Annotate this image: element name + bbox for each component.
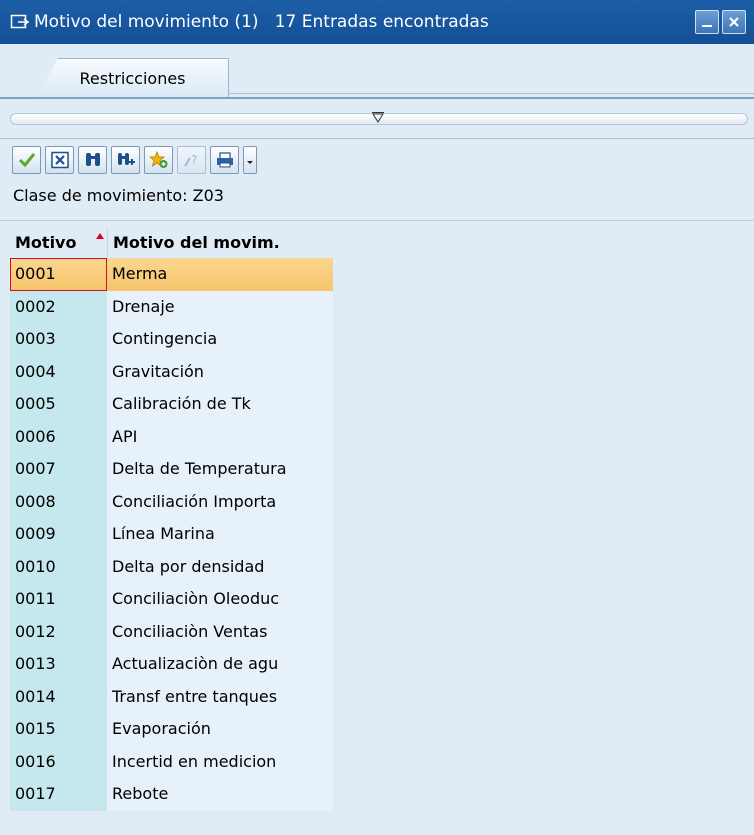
- cell-description[interactable]: Línea Marina: [107, 518, 333, 551]
- dropdown-arrow-icon[interactable]: [243, 146, 257, 174]
- table-body: 0001 Merma 0002 Drenaje 0003 Contingencia 0004…: [10, 258, 333, 811]
- table-row[interactable]: 0013 Actualizaciòn de agu: [10, 648, 333, 681]
- cell-code[interactable]: 0013: [10, 648, 107, 681]
- cell-description[interactable]: API: [107, 420, 333, 453]
- table-row[interactable]: 0002 Drenaje: [10, 290, 333, 323]
- find-icon[interactable]: [78, 146, 107, 174]
- cell-code[interactable]: 0008: [10, 485, 107, 518]
- expand-down-icon[interactable]: [370, 111, 386, 123]
- table-row[interactable]: 0010 Delta por densidad: [10, 550, 333, 583]
- cell-code[interactable]: 0009: [10, 518, 107, 551]
- cell-description[interactable]: Evaporación: [107, 713, 333, 746]
- results-table: Motivo Motivo del movim. 0001 Merma 0002 Dr…: [10, 228, 333, 811]
- close-icon[interactable]: [722, 10, 746, 34]
- check-icon[interactable]: [12, 146, 41, 174]
- section-divider: [0, 138, 754, 139]
- column-header-description[interactable]: Motivo del movim.: [107, 228, 333, 258]
- tab-underline: [0, 97, 754, 99]
- cell-code[interactable]: 0010: [10, 550, 107, 583]
- cell-description[interactable]: Conciliación Importa: [107, 485, 333, 518]
- find-next-icon[interactable]: [111, 146, 140, 174]
- minimize-icon[interactable]: [695, 10, 719, 34]
- tab-strip: Restricciones: [0, 44, 754, 100]
- table-row[interactable]: 0008 Conciliación Importa: [10, 485, 333, 518]
- table-row[interactable]: 0009 Línea Marina: [10, 518, 333, 551]
- table-header: Motivo Motivo del movim.: [10, 228, 333, 258]
- table-row[interactable]: 0004 Gravitación: [10, 355, 333, 388]
- cell-description[interactable]: Contingencia: [107, 323, 333, 356]
- table-row[interactable]: 0011 Conciliaciòn Oleoduc: [10, 583, 333, 616]
- toolbar: ?: [12, 146, 257, 174]
- cell-description[interactable]: Rebote: [107, 778, 333, 811]
- cell-code[interactable]: 0003: [10, 323, 107, 356]
- table-row[interactable]: 0005 Calibración de Tk: [10, 388, 333, 421]
- print-icon[interactable]: [210, 146, 239, 174]
- window-menu-icon[interactable]: [10, 14, 30, 30]
- cell-description[interactable]: Actualizaciòn de agu: [107, 648, 333, 681]
- cell-description[interactable]: Transf entre tanques: [107, 680, 333, 713]
- cell-description[interactable]: Drenaje: [107, 290, 333, 323]
- cell-code[interactable]: 0004: [10, 355, 107, 388]
- table-row[interactable]: 0016 Incertid en medicion: [10, 745, 333, 778]
- cell-code[interactable]: 0005: [10, 388, 107, 421]
- tab-restricciones[interactable]: Restricciones: [36, 58, 229, 98]
- cell-code[interactable]: 0014: [10, 680, 107, 713]
- title-bar[interactable]: Motivo del movimiento (1) 17 Entradas en…: [0, 0, 754, 44]
- cell-description[interactable]: Delta por densidad: [107, 550, 333, 583]
- cell-code[interactable]: 0012: [10, 615, 107, 648]
- cell-code[interactable]: 0002: [10, 290, 107, 323]
- cell-code[interactable]: 0007: [10, 453, 107, 486]
- table-row[interactable]: 0006 API: [10, 420, 333, 453]
- cell-description[interactable]: Delta de Temperatura: [107, 453, 333, 486]
- cancel-icon[interactable]: [45, 146, 74, 174]
- cell-description[interactable]: Gravitación: [107, 355, 333, 388]
- tab-divider: [228, 93, 754, 94]
- sort-ascending-icon: [96, 233, 104, 239]
- table-row[interactable]: 0015 Evaporación: [10, 713, 333, 746]
- cell-code[interactable]: 0015: [10, 713, 107, 746]
- cell-description[interactable]: Merma: [107, 258, 333, 291]
- value-help-dialog: Motivo del movimiento (1) 17 Entradas en…: [0, 0, 754, 835]
- cell-code[interactable]: 0006: [10, 420, 107, 453]
- table-row[interactable]: 0003 Contingencia: [10, 323, 333, 356]
- cell-description[interactable]: Conciliaciòn Oleoduc: [107, 583, 333, 616]
- table-row[interactable]: 0014 Transf entre tanques: [10, 680, 333, 713]
- cell-code[interactable]: 0016: [10, 745, 107, 778]
- table-row[interactable]: 0012 Conciliaciòn Ventas: [10, 615, 333, 648]
- cell-description[interactable]: Incertid en medicion: [107, 745, 333, 778]
- svg-text:?: ?: [191, 153, 197, 167]
- cell-description[interactable]: Calibración de Tk: [107, 388, 333, 421]
- filter-label: Clase de movimiento: Z03: [13, 186, 224, 205]
- cell-description[interactable]: Conciliaciòn Ventas: [107, 615, 333, 648]
- header-divider: [0, 220, 754, 221]
- cell-code[interactable]: 0017: [10, 778, 107, 811]
- add-favorite-icon[interactable]: [144, 146, 173, 174]
- table-row[interactable]: 0007 Delta de Temperatura: [10, 453, 333, 486]
- window-title: Motivo del movimiento (1) 17 Entradas en…: [34, 12, 489, 32]
- table-row[interactable]: 0001 Merma: [10, 258, 333, 291]
- cell-code[interactable]: 0001: [10, 258, 107, 291]
- column-header-motivo[interactable]: Motivo: [10, 228, 107, 258]
- table-row[interactable]: 0017 Rebote: [10, 778, 333, 811]
- cell-code[interactable]: 0011: [10, 583, 107, 616]
- help-icon[interactable]: ?: [177, 146, 206, 174]
